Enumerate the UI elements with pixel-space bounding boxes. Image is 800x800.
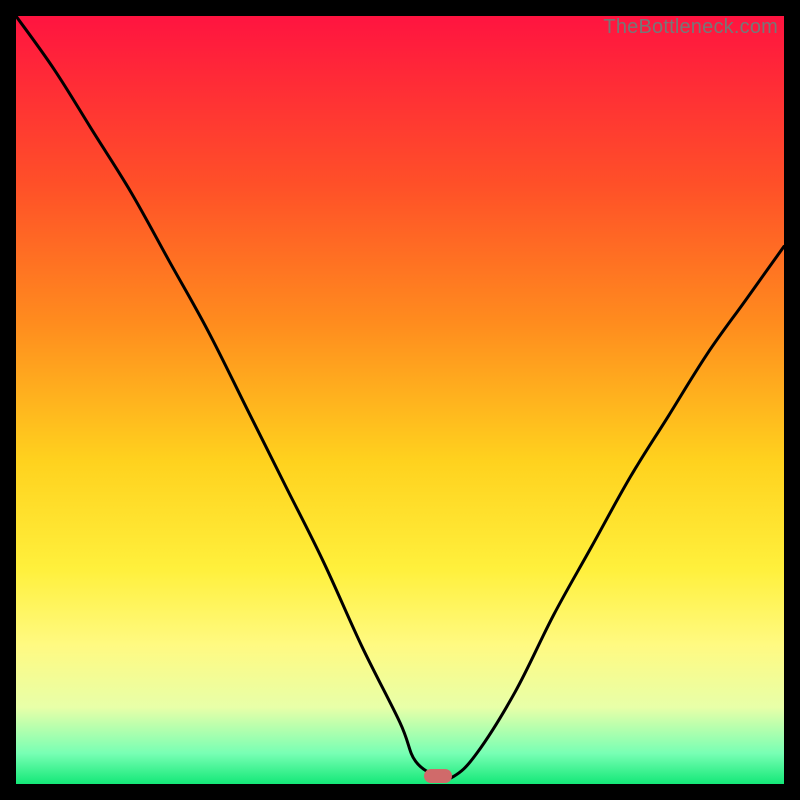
bottleneck-curve [16,16,784,784]
curve-path [16,16,784,779]
chart-frame: TheBottleneck.com [0,0,800,800]
optimal-marker [424,769,452,783]
plot-area: TheBottleneck.com [16,16,784,784]
